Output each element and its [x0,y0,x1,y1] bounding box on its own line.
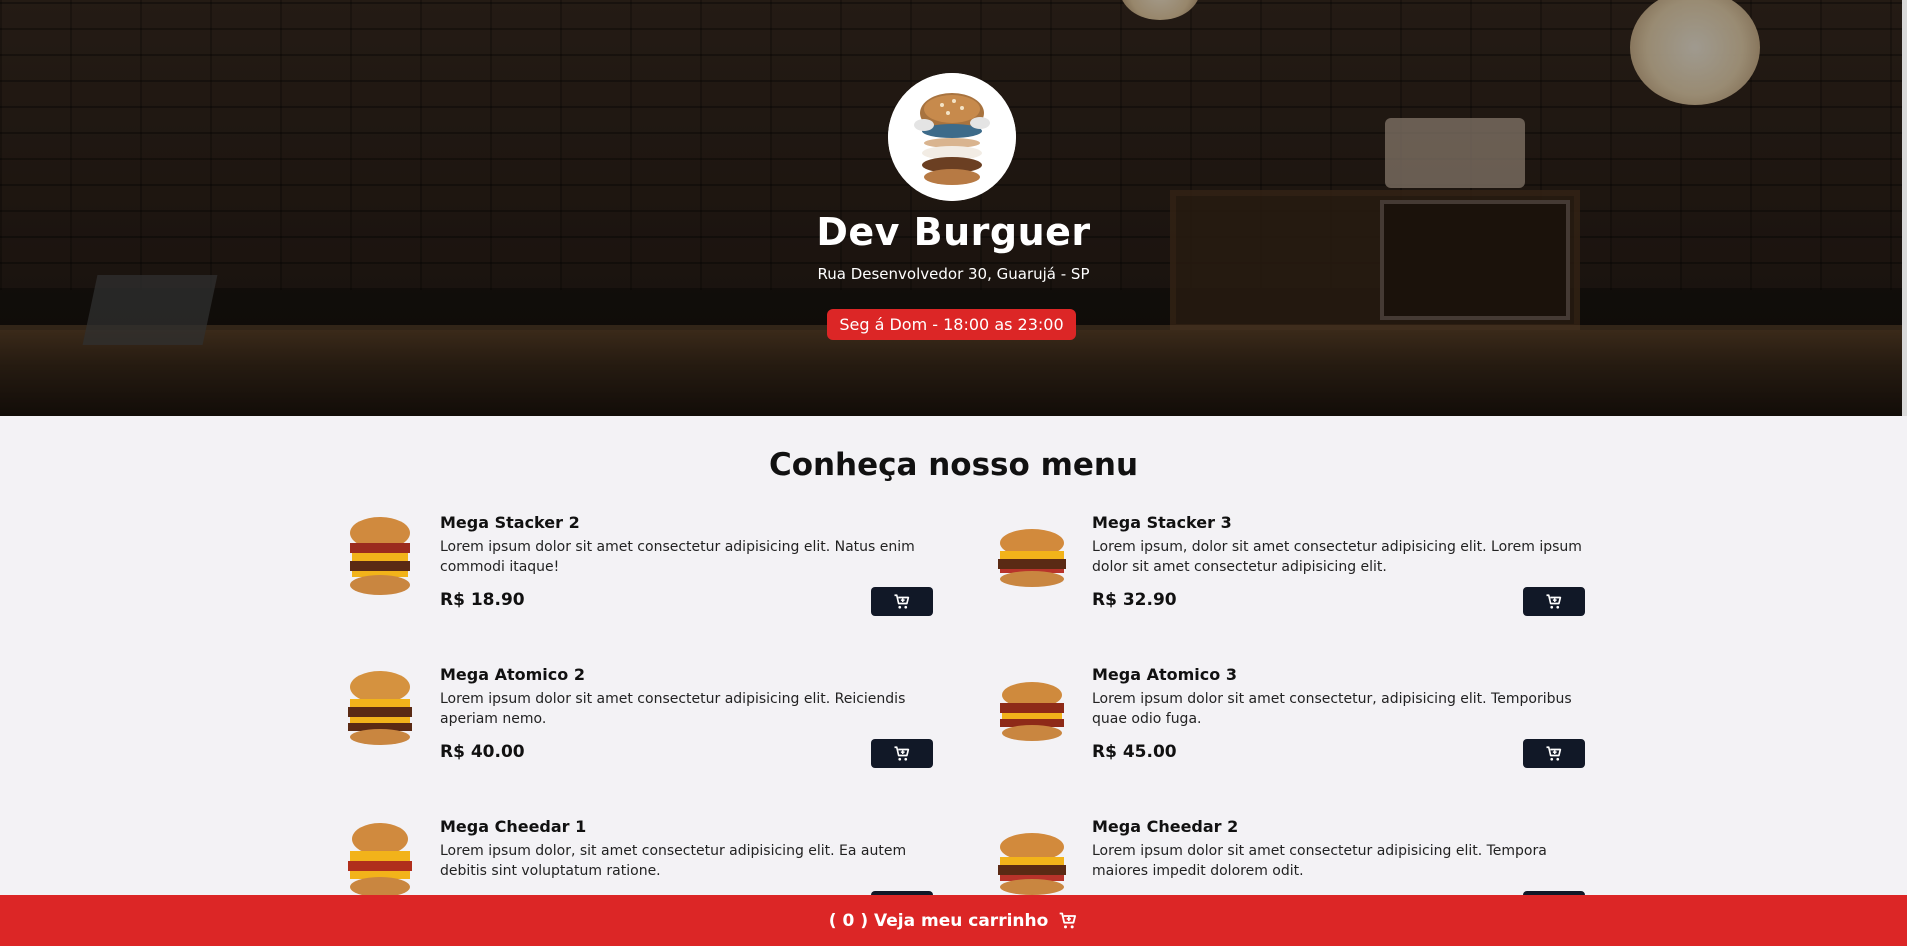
menu-item-name: Mega Stacker 2 [440,513,580,532]
add-to-cart-button[interactable] [1523,587,1585,616]
hero-content: Dev Burguer Rua Desenvolvedor 30, Guaruj… [0,0,1907,416]
menu-item-description: Lorem ipsum dolor sit amet consectetur, … [1092,691,1572,727]
menu-item-description: Lorem ipsum dolor sit amet consectetur a… [440,691,906,727]
cart-icon [1058,911,1078,931]
menu-item: Mega Stacker 3 Lorem ipsum, dolor sit am… [992,513,1602,633]
menu-item-name: Mega Cheedar 1 [440,817,587,836]
hero-banner: Dev Burguer Rua Desenvolvedor 30, Guaruj… [0,0,1907,416]
menu-item-name: Mega Cheedar 2 [1092,817,1239,836]
burger-image [340,513,420,603]
menu-item-name: Mega Atomico 2 [440,665,585,684]
burger-image [992,513,1072,603]
menu-item-price: R$ 40.00 [440,742,525,762]
menu-item-price: R$ 18.90 [440,590,525,610]
restaurant-address: Rua Desenvolvedor 30, Guarujá - SP [817,265,1090,283]
menu-item: Mega Atomico 2 Lorem ipsum dolor sit ame… [340,665,950,785]
menu-item-name: Mega Atomico 3 [1092,665,1237,684]
cart-plus-icon [894,745,910,761]
burger-image [340,817,420,907]
brand-name: Dev Burguer [816,210,1091,254]
view-cart-footer[interactable]: ( 0 ) Veja meu carrinho [0,895,1907,946]
burger-image [992,817,1072,907]
menu-item-description: Lorem ipsum, dolor sit amet consectetur … [1092,539,1582,575]
cart-count: 0 [842,910,855,931]
menu-item: Mega Atomico 3 Lorem ipsum dolor sit ame… [992,665,1602,785]
menu-item-description: Lorem ipsum dolor sit amet consectetur a… [1092,843,1547,879]
cart-plus-icon [1546,745,1562,761]
menu-item-price: R$ 45.00 [1092,742,1177,762]
view-cart-label: ) Veja meu carrinho [860,910,1049,931]
menu-item: Mega Stacker 2 Lorem ipsum dolor sit ame… [340,513,950,633]
burger-image [340,665,420,755]
add-to-cart-button[interactable] [1523,739,1585,768]
opening-hours-badge: Seg á Dom - 18:00 as 23:00 [827,309,1076,340]
menu-item-description: Lorem ipsum dolor sit amet consectetur a… [440,539,915,575]
cart-open-paren: ( [828,910,837,931]
cart-plus-icon [894,593,910,609]
burger-image [992,665,1072,755]
menu-item-price: R$ 32.90 [1092,590,1177,610]
menu-item-description: Lorem ipsum dolor, sit amet consectetur … [440,843,907,879]
add-to-cart-button[interactable] [871,739,933,768]
add-to-cart-button[interactable] [871,587,933,616]
scrollbar[interactable] [1902,0,1907,416]
burger-logo-icon [888,73,1016,201]
cart-plus-icon [1546,593,1562,609]
menu-title: Conheça nosso menu [768,447,1139,483]
menu-item-name: Mega Stacker 3 [1092,513,1232,532]
